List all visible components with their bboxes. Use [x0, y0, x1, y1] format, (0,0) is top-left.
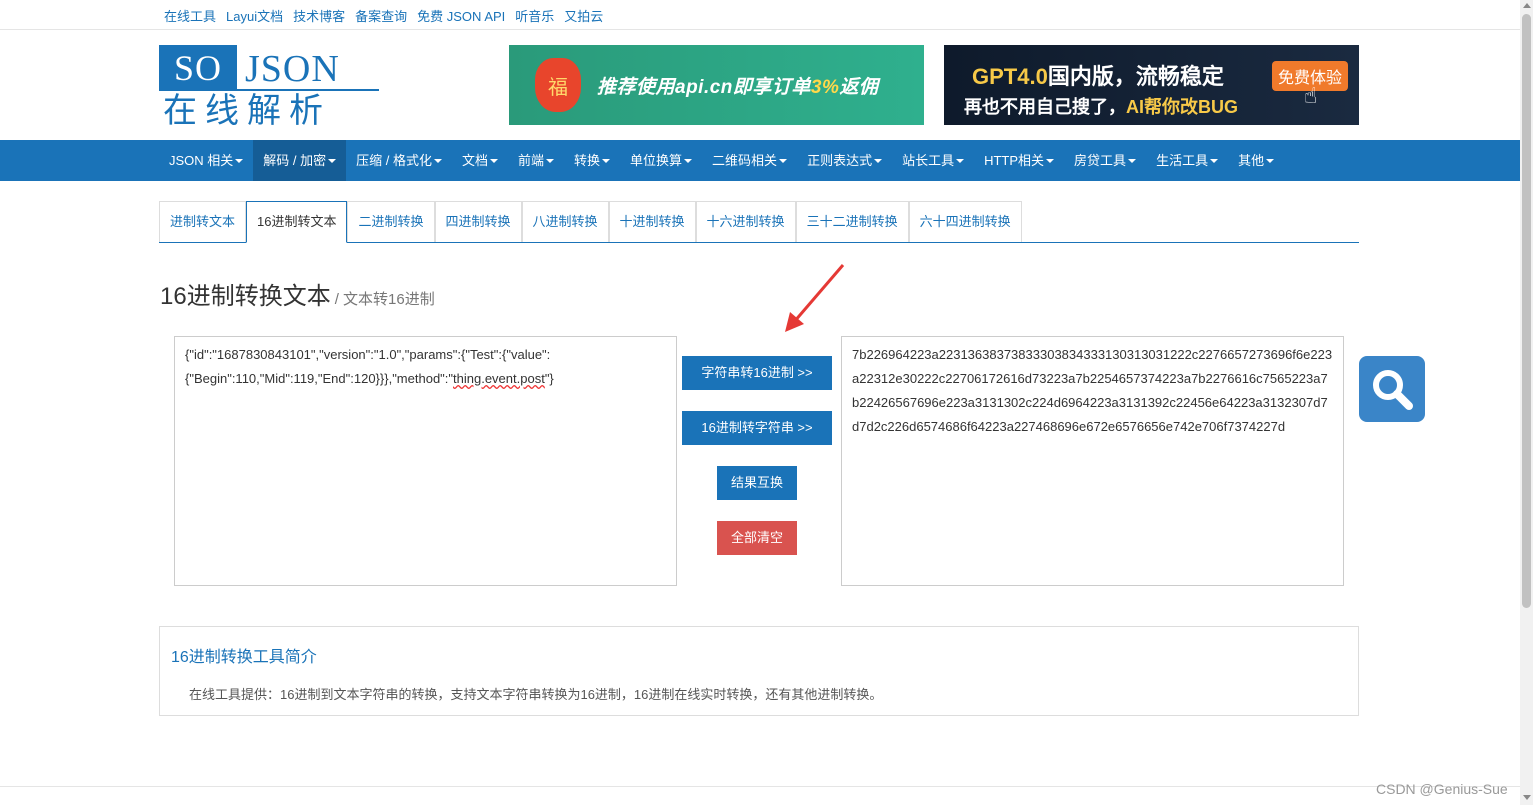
ad-banner-api-text: 推荐使用api.cn即享订单3%返佣 — [597, 76, 879, 98]
nav-item[interactable]: 二维码相关 — [702, 140, 797, 181]
nav-item-label: 站长工具 — [902, 153, 955, 168]
top-link[interactable]: 在线工具 — [164, 6, 216, 26]
divider — [0, 29, 1520, 30]
top-link[interactable]: 又拍云 — [564, 6, 603, 26]
search-icon — [1373, 370, 1413, 410]
caret-down-icon — [490, 158, 498, 163]
caret-down-icon — [779, 158, 788, 163]
nav-item-label: 单位换算 — [630, 153, 683, 168]
tool-intro-desc: 在线工具提供：16进制到文本字符串的转换，支持文本字符串转换为16进制，16进制… — [189, 687, 883, 702]
top-link[interactable]: 技术博客 — [293, 6, 345, 26]
input-line-1: {"id":"1687830843101","version":"1.0","p… — [185, 347, 551, 362]
caret-down-icon — [684, 158, 693, 163]
page-subtitle: / 文本转16进制 — [334, 291, 435, 308]
top-link[interactable]: 备案查询 — [355, 6, 407, 26]
scroll-up-arrow-icon[interactable] — [1523, 3, 1531, 8]
input-textarea[interactable]: {"id":"1687830843101","version":"1.0","p… — [174, 336, 677, 586]
watermark: CSDN @Genius-Sue — [1376, 781, 1508, 797]
nav-item[interactable]: 转换 — [564, 140, 620, 181]
tab[interactable]: 六十四进制转换 — [908, 201, 1022, 242]
top-link[interactable]: 听音乐 — [515, 6, 554, 26]
caret-down-icon — [874, 158, 883, 163]
tab[interactable]: 二进制转换 — [347, 201, 435, 242]
caret-down-icon — [235, 158, 244, 163]
caret-down-icon — [1046, 158, 1055, 163]
nav-item-label: 转换 — [574, 153, 601, 168]
ad-banner-gpt-subline: 再也不用自己搜了，AI帮你改BUG — [964, 97, 1238, 117]
top-link[interactable]: Layui文档 — [226, 6, 283, 26]
swap-results-button[interactable]: 结果互换 — [717, 466, 797, 500]
caret-down-icon — [1210, 158, 1219, 163]
tab[interactable]: 十进制转换 — [608, 201, 696, 242]
tab[interactable]: 16进制转文本 — [246, 201, 348, 243]
logo-so: SO — [159, 45, 237, 91]
scroll-down-arrow-icon[interactable] — [1523, 795, 1531, 800]
hex-to-string-button[interactable]: 16进制转字符串 >> — [682, 411, 832, 445]
input-line-2: {"Begin":110,"Mid":119,"End":120}}},"met… — [185, 371, 554, 386]
annotation-arrow-icon — [785, 264, 845, 332]
caret-down-icon — [602, 158, 611, 163]
nav-item[interactable]: 房贷工具 — [1064, 140, 1146, 181]
lucky-bag-icon: 福 — [535, 58, 581, 112]
ad-banner-gpt[interactable]: GPT4.0国内版，流畅稳定 免费体验 ☝ 再也不用自己搜了，AI帮你改BUG — [944, 45, 1359, 125]
nav-item[interactable]: 单位换算 — [620, 140, 702, 181]
nav-item-label: HTTP相关 — [984, 153, 1045, 168]
nav-item-label: 二维码相关 — [712, 153, 778, 168]
tool-intro-title: 16进制转换工具简介 — [171, 649, 317, 666]
nav-item-label: 房贷工具 — [1074, 153, 1127, 168]
tab[interactable]: 进制转文本 — [159, 201, 247, 242]
floating-search-button[interactable] — [1359, 356, 1425, 422]
nav-item-label: 解码 / 加密 — [263, 153, 327, 168]
nav-item[interactable]: JSON 相关 — [159, 140, 253, 181]
main-nav: JSON 相关 解码 / 加密 压缩 / 格式化 文档 前端 转换 单位换算 二维码相关 正则表… — [0, 140, 1520, 181]
tab[interactable]: 三十二进制转换 — [795, 201, 909, 242]
nav-item[interactable]: 压缩 / 格式化 — [346, 140, 452, 181]
nav-item-label: 文档 — [461, 153, 488, 168]
nav-item-label: 其他 — [1238, 153, 1265, 168]
caret-down-icon — [956, 158, 965, 163]
ad-banner-gpt-headline: GPT4.0国内版，流畅稳定 — [972, 64, 1224, 89]
caret-down-icon — [1266, 158, 1275, 163]
caret-down-icon — [328, 158, 337, 163]
string-to-hex-button[interactable]: 字符串转16进制 >> — [682, 356, 832, 390]
nav-item[interactable]: 解码 / 加密 — [253, 140, 347, 181]
top-links: 在线工具 Layui文档 技术博客 备案查询 免费 JSON API 听音乐 又拍云 — [164, 6, 603, 26]
nav-item[interactable]: 正则表达式 — [797, 140, 892, 181]
tab[interactable]: 四进制转换 — [434, 201, 522, 242]
page-scrollbar[interactable] — [1520, 0, 1533, 805]
divider — [0, 786, 1520, 787]
top-link[interactable]: 免费 JSON API — [417, 6, 505, 26]
logo-subtitle: 在线解析 — [163, 91, 331, 131]
tab[interactable]: 八进制转换 — [521, 201, 609, 242]
hand-cursor-icon: ☝ — [1304, 83, 1318, 108]
caret-down-icon — [1128, 158, 1137, 163]
ad-banner-api[interactable]: 福 推荐使用api.cn即享订单3%返佣 — [509, 45, 924, 125]
nav-item[interactable]: 文档 — [452, 140, 508, 181]
caret-down-icon — [546, 158, 555, 163]
nav-item[interactable]: 其他 — [1228, 140, 1284, 181]
nav-item-label: 前端 — [518, 153, 545, 168]
nav-item[interactable]: 生活工具 — [1146, 140, 1228, 181]
nav-item-label: 压缩 / 格式化 — [356, 153, 432, 168]
nav-item[interactable]: HTTP相关 — [974, 140, 1064, 181]
logo-json: JSON — [237, 45, 379, 91]
caret-down-icon — [433, 158, 442, 163]
nav-item[interactable]: 前端 — [508, 140, 564, 181]
nav-item-label: 生活工具 — [1156, 153, 1209, 168]
output-textarea[interactable]: 7b226964223a2231363837383330383433313031… — [841, 336, 1344, 586]
tool-intro-panel: 16进制转换工具简介 在线工具提供：16进制到文本字符串的转换，支持文本字符串转… — [159, 626, 1359, 716]
tool-tabs: 进制转文本 16进制转文本 二进制转换 四进制转换 八进制转换 十进制转换 十六进制转换 三十… — [159, 201, 1359, 243]
tab[interactable]: 十六进制转换 — [695, 201, 796, 242]
clear-all-button[interactable]: 全部清空 — [717, 521, 797, 555]
scroll-thumb[interactable] — [1522, 14, 1531, 608]
nav-item-label: 正则表达式 — [807, 153, 873, 168]
nav-item[interactable]: 站长工具 — [892, 140, 974, 181]
page-title: 16进制转换文本 — [160, 283, 331, 310]
page-heading: 16进制转换文本 / 文本转16进制 — [160, 276, 435, 311]
site-logo[interactable]: SO JSON 在线解析 — [159, 45, 379, 131]
nav-item-label: JSON 相关 — [169, 153, 234, 168]
